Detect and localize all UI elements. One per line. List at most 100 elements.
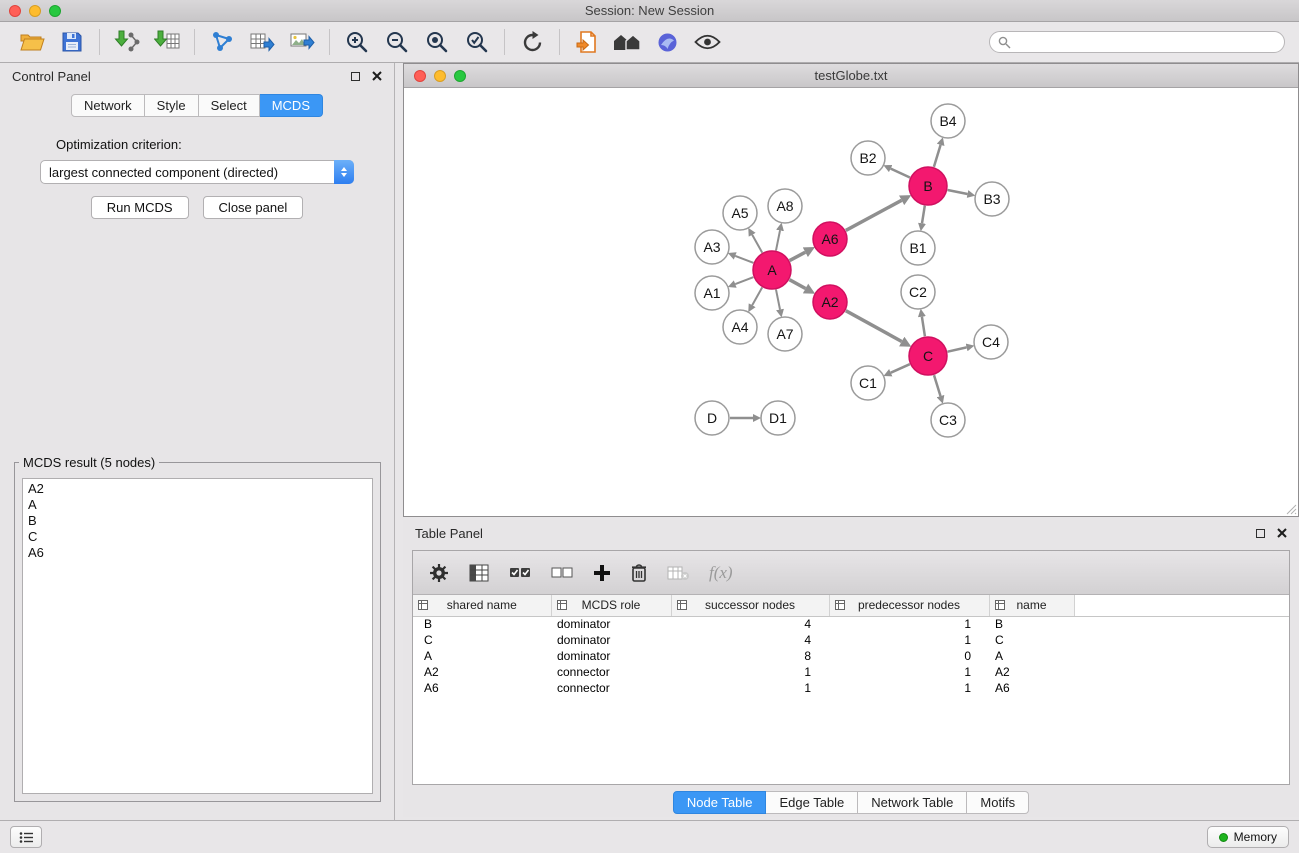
table-cell[interactable]: dominator: [551, 616, 671, 632]
task-history-button[interactable]: [10, 826, 42, 848]
network-graph[interactable]: B4B2BB3B1A5A8A6A3AA1A2C2A4A7C4CC1C3DD1: [404, 88, 1298, 516]
column-header-MCDS-role[interactable]: MCDS role: [551, 595, 671, 616]
tab-style[interactable]: Style: [145, 94, 199, 117]
table-cell[interactable]: A6: [989, 680, 1074, 696]
close-window-button[interactable]: [9, 5, 21, 17]
refresh-view-button[interactable]: [512, 26, 552, 58]
table-cell[interactable]: 1: [671, 664, 829, 680]
table-row[interactable]: Cdominator41C: [413, 632, 1289, 648]
zoom-selected-button[interactable]: [457, 26, 497, 58]
mcds-result-item[interactable]: A2: [28, 481, 367, 497]
minimize-network-window-button[interactable]: [434, 70, 446, 82]
column-header-name[interactable]: name: [989, 595, 1074, 616]
apply-style-button[interactable]: [647, 26, 687, 58]
close-panel-icon[interactable]: [372, 71, 382, 81]
table-cell[interactable]: 8: [671, 648, 829, 664]
select-all-button[interactable]: [509, 566, 531, 580]
table-cell[interactable]: dominator: [551, 648, 671, 664]
table-cell[interactable]: C: [413, 632, 551, 648]
table-cell[interactable]: 4: [671, 632, 829, 648]
zoom-fit-button[interactable]: [417, 26, 457, 58]
close-network-window-button[interactable]: [414, 70, 426, 82]
show-hide-graphics-button[interactable]: [687, 26, 727, 58]
tab-motifs[interactable]: Motifs: [967, 791, 1029, 814]
tab-network-table[interactable]: Network Table: [858, 791, 967, 814]
network-canvas[interactable]: B4B2BB3B1A5A8A6A3AA1A2C2A4A7C4CC1C3DD1: [404, 88, 1298, 516]
close-panel-button[interactable]: Close panel: [203, 196, 304, 219]
optimization-criterion-dropdown[interactable]: largest connected component (directed): [40, 160, 354, 184]
import-table-button[interactable]: [147, 26, 187, 58]
table-cell[interactable]: B: [413, 616, 551, 632]
graph-edge-A-A6[interactable]: [790, 252, 806, 260]
table-cell[interactable]: 1: [829, 632, 989, 648]
table-cell[interactable]: A2: [413, 664, 551, 680]
mcds-result-list[interactable]: A2ABCA6: [22, 478, 373, 794]
tab-select[interactable]: Select: [199, 94, 260, 117]
table-cell[interactable]: C: [989, 632, 1074, 648]
run-mcds-button[interactable]: Run MCDS: [91, 196, 189, 219]
tab-network[interactable]: Network: [71, 94, 145, 117]
export-table-button[interactable]: [242, 26, 282, 58]
graph-edge-C-C4[interactable]: [948, 347, 967, 351]
table-cell[interactable]: A6: [413, 680, 551, 696]
delete-column-button[interactable]: [631, 563, 647, 583]
column-header-successor-nodes[interactable]: successor nodes: [671, 595, 829, 616]
tab-edge-table[interactable]: Edge Table: [766, 791, 858, 814]
new-network-button[interactable]: [202, 26, 242, 58]
graph-edge-A-A2[interactable]: [790, 280, 806, 289]
zoom-network-window-button[interactable]: [454, 70, 466, 82]
function-builder-button[interactable]: f(x): [709, 563, 733, 583]
graph-edge-B-B4[interactable]: [934, 145, 941, 167]
search-input[interactable]: [1016, 35, 1276, 49]
graph-edge-B-B2[interactable]: [891, 169, 910, 178]
table-row[interactable]: Adominator80A: [413, 648, 1289, 664]
table-cell[interactable]: 1: [829, 664, 989, 680]
tab-mcds[interactable]: MCDS: [260, 94, 323, 117]
open-network-file-button[interactable]: [567, 26, 607, 58]
resize-gripper-icon[interactable]: [1283, 501, 1297, 515]
table-cell[interactable]: B: [989, 616, 1074, 632]
node-table[interactable]: shared nameMCDS rolesuccessor nodesprede…: [413, 595, 1289, 784]
graph-edge-C-C2[interactable]: [922, 317, 925, 337]
table-row[interactable]: A6connector11A6: [413, 680, 1289, 696]
table-cell[interactable]: A2: [989, 664, 1074, 680]
mcds-result-item[interactable]: C: [28, 529, 367, 545]
float-panel-icon[interactable]: [351, 72, 360, 81]
graph-edge-C-C1[interactable]: [891, 364, 910, 373]
network-window-titlebar[interactable]: testGlobe.txt: [404, 64, 1298, 88]
graph-edge-A6-B[interactable]: [846, 200, 902, 230]
table-cell[interactable]: 1: [829, 680, 989, 696]
mcds-result-item[interactable]: A6: [28, 545, 367, 561]
table-cell[interactable]: A: [989, 648, 1074, 664]
table-cell[interactable]: 1: [671, 680, 829, 696]
import-network-button[interactable]: [107, 26, 147, 58]
graph-edge-B-B1[interactable]: [922, 206, 925, 224]
save-session-button[interactable]: [52, 26, 92, 58]
delete-table-button[interactable]: [667, 565, 689, 581]
table-cell[interactable]: 0: [829, 648, 989, 664]
table-row[interactable]: A2connector11A2: [413, 664, 1289, 680]
table-row[interactable]: Bdominator41B: [413, 616, 1289, 632]
graph-edge-A-A3[interactable]: [735, 256, 753, 263]
table-cell[interactable]: A: [413, 648, 551, 664]
home-button[interactable]: [607, 26, 647, 58]
table-settings-button[interactable]: [429, 563, 449, 583]
zoom-window-button[interactable]: [49, 5, 61, 17]
memory-button[interactable]: Memory: [1207, 826, 1289, 848]
mcds-result-item[interactable]: B: [28, 513, 367, 529]
table-cell[interactable]: 1: [829, 616, 989, 632]
table-cell[interactable]: dominator: [551, 632, 671, 648]
graph-edge-A2-C[interactable]: [846, 311, 902, 342]
graph-edge-C-C3[interactable]: [934, 375, 941, 396]
graph-edge-A-A1[interactable]: [735, 277, 753, 284]
zoom-in-button[interactable]: [337, 26, 377, 58]
graph-edge-A-A5[interactable]: [752, 235, 762, 253]
float-table-panel-icon[interactable]: [1256, 529, 1265, 538]
graph-edge-B-B3[interactable]: [948, 190, 968, 194]
open-session-button[interactable]: [12, 26, 52, 58]
graph-edge-A-A8[interactable]: [776, 231, 780, 251]
graph-edge-A-A7[interactable]: [776, 290, 780, 310]
show-columns-button[interactable]: [469, 564, 489, 582]
graph-edge-A-A4[interactable]: [752, 287, 762, 305]
deselect-all-button[interactable]: [551, 566, 573, 580]
